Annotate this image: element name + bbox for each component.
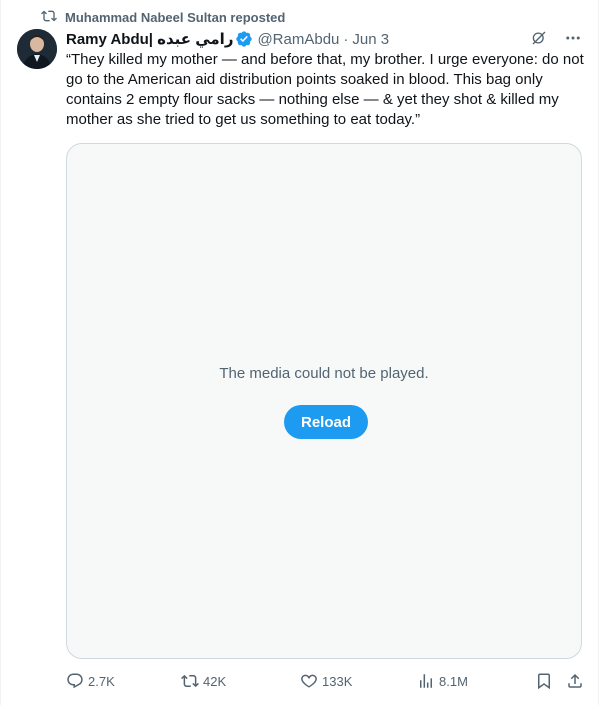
post-header: Ramy Abdu| رامي عبده @RamAbdu · Jun 3 [66, 29, 582, 49]
views-count: 8.1M [439, 673, 468, 689]
bookmark-icon [535, 672, 553, 690]
action-bar: 2.7K 42K 133K 8.1M [66, 672, 586, 694]
post-card: Muhammad Nabeel Sultan reposted Ramy Abd… [0, 0, 599, 705]
post-date[interactable]: Jun 3 [352, 31, 389, 48]
repost-action-icon [181, 672, 199, 690]
share-button[interactable] [566, 672, 584, 690]
heart-icon [300, 672, 318, 690]
views-bar-chart-icon [417, 672, 435, 690]
reply-button[interactable]: 2.7K [66, 672, 115, 690]
grok-icon[interactable] [530, 29, 548, 47]
bookmark-button[interactable] [535, 672, 553, 690]
more-options-icon[interactable] [564, 29, 582, 47]
reply-icon [66, 672, 84, 690]
repost-icon [41, 8, 57, 27]
repost-count: 42K [203, 673, 227, 689]
views-button[interactable]: 8.1M [417, 672, 468, 690]
separator-dot: · [343, 30, 349, 48]
repost-indicator[interactable]: Muhammad Nabeel Sultan reposted [41, 8, 285, 26]
media-error-message: The media could not be played. [219, 365, 429, 382]
verified-badge-icon [235, 30, 253, 48]
author-name[interactable]: Ramy Abdu| رامي عبده [66, 30, 233, 48]
like-count: 133K [322, 673, 353, 689]
reply-count: 2.7K [88, 673, 115, 689]
tweet-text: “They killed my mother — and before that… [66, 51, 584, 128]
reload-button[interactable]: Reload [284, 405, 368, 439]
repost-text: Muhammad Nabeel Sultan reposted [65, 9, 286, 25]
like-button[interactable]: 133K [300, 672, 352, 690]
author-handle[interactable]: @RamAbdu [257, 31, 339, 48]
repost-button[interactable]: 42K [181, 672, 226, 690]
share-icon [566, 672, 584, 690]
avatar[interactable] [17, 29, 57, 69]
header-actions [530, 29, 582, 47]
media-container[interactable]: The media could not be played. Reload [66, 143, 582, 659]
